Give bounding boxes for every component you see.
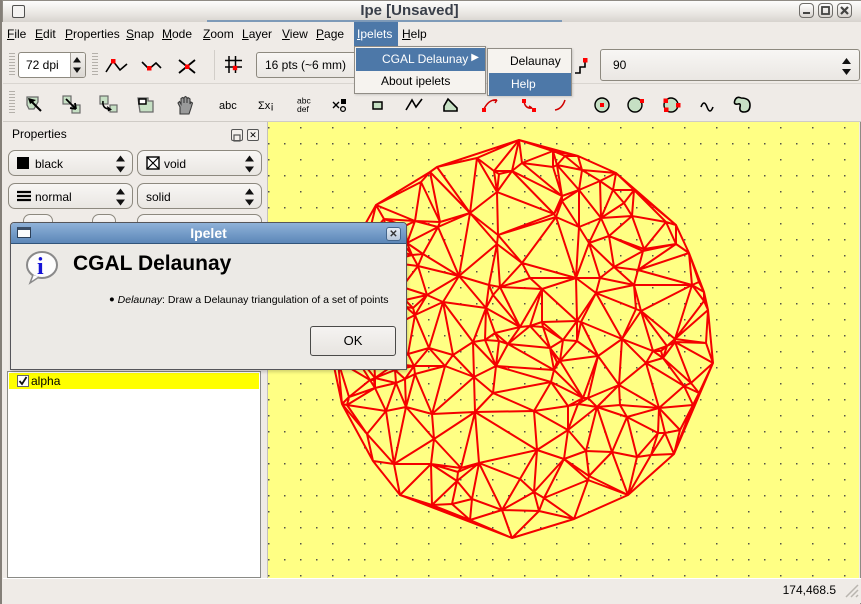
svg-text:def: def bbox=[297, 104, 309, 114]
svg-text:abc: abc bbox=[219, 100, 237, 112]
svg-text:i: i bbox=[37, 254, 44, 280]
svg-text:Σx¡: Σx¡ bbox=[258, 100, 274, 112]
